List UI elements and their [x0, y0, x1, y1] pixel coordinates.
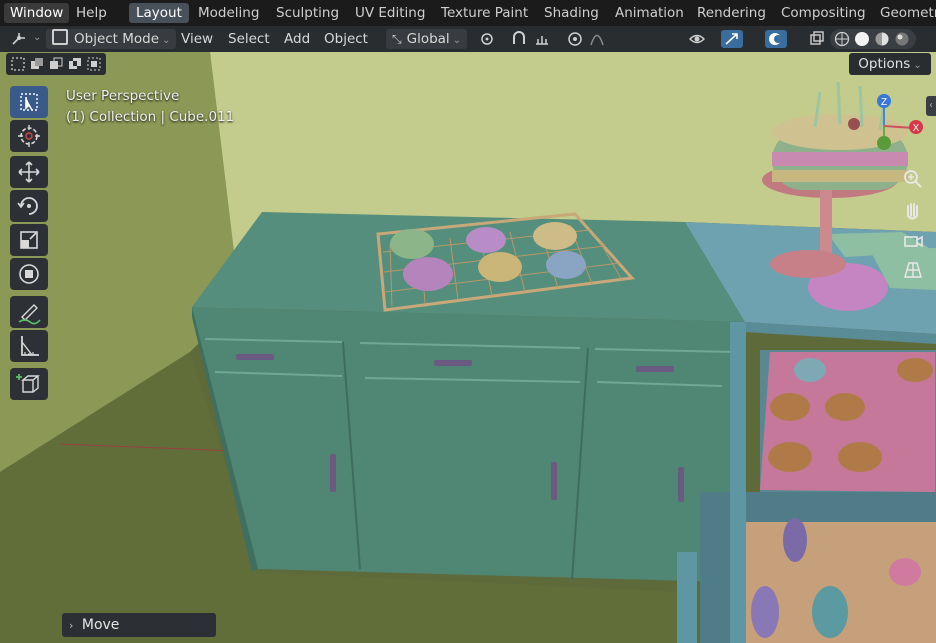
xray-icon[interactable]	[808, 30, 826, 48]
tab-shading[interactable]: Shading	[537, 3, 606, 23]
shading-solid-icon[interactable]	[853, 30, 871, 48]
gizmo-y-icon[interactable]	[877, 136, 891, 150]
tab-sculpting[interactable]: Sculpting	[269, 3, 346, 23]
grid-icon	[904, 262, 922, 278]
selection-mode-group	[6, 53, 106, 75]
transform-orientation-label: Global	[406, 31, 450, 47]
options-dropdown[interactable]: Options ⌄	[849, 53, 931, 75]
zoom-icon	[904, 170, 922, 188]
camera-icon	[904, 235, 923, 248]
perspective-label: User Perspective	[66, 88, 180, 104]
visibility-icon[interactable]	[688, 30, 706, 48]
gizmo-toggle[interactable]	[721, 30, 743, 48]
chevron-down-icon: ⌄	[33, 32, 42, 43]
tab-compositing[interactable]: Compositing	[774, 3, 873, 23]
move-icon	[18, 161, 40, 183]
tab-uv-editing[interactable]: UV Editing	[348, 3, 432, 23]
top-menubar: Window Help Layout Modeling Sculpting UV…	[0, 0, 936, 26]
snap-target-icon[interactable]	[533, 30, 551, 48]
menu-add[interactable]: Add	[284, 29, 310, 49]
perspective-toggle-button[interactable]	[900, 257, 926, 283]
add-cube-icon	[16, 374, 40, 393]
zoom-button[interactable]	[900, 166, 926, 192]
gizmo-z-label: Z	[881, 97, 887, 108]
select-difference-icon[interactable]	[67, 56, 83, 72]
select-intersect-icon[interactable]	[86, 56, 102, 72]
tool-move[interactable]	[10, 156, 48, 188]
menu-window[interactable]: Window	[4, 3, 70, 23]
menu-view[interactable]: View	[181, 29, 213, 49]
editor-type-icon[interactable]	[10, 30, 28, 48]
menu-help[interactable]: Help	[70, 3, 113, 23]
proportional-edit-icon[interactable]	[566, 30, 584, 48]
tool-transform[interactable]	[10, 258, 48, 290]
transform-icon	[19, 264, 39, 284]
object-mode-label: Object Mode	[74, 31, 160, 47]
overlay-toggle[interactable]	[765, 30, 787, 48]
pan-button[interactable]	[900, 197, 926, 223]
tab-modeling[interactable]: Modeling	[191, 3, 266, 23]
tool-rotate[interactable]	[10, 190, 48, 222]
tab-geometry[interactable]: Geometr	[873, 3, 936, 23]
object-mode-dropdown[interactable]: Object Mode ⌄	[46, 29, 177, 49]
pan-icon	[907, 203, 918, 220]
chevron-down-icon: ⌄	[162, 35, 171, 46]
viewport-header: ⌄ Object Mode ⌄ View Select Add Object ⤡ G…	[0, 26, 936, 52]
active-object-label: (1) Collection | Cube.011	[66, 109, 235, 125]
select-extend-icon[interactable]	[29, 56, 45, 72]
gizmo-icon	[725, 33, 738, 45]
scale-icon	[20, 231, 38, 249]
tab-animation[interactable]: Animation	[608, 3, 691, 23]
gizmo-neg-x-icon[interactable]	[848, 118, 860, 130]
navigation-gizmo[interactable]: Z X	[840, 90, 930, 170]
sidebar-toggle[interactable]: ‹	[926, 96, 936, 116]
camera-view-button[interactable]	[900, 227, 926, 253]
object-mode-icon	[52, 29, 68, 45]
snap-icon[interactable]	[510, 30, 528, 48]
shading-rendered-icon[interactable]	[893, 30, 911, 48]
last-operator-label: Move	[81, 617, 120, 633]
options-label: Options	[858, 56, 911, 72]
annotate-icon	[18, 304, 41, 325]
select-subtract-icon[interactable]	[48, 56, 64, 72]
tool-select-box[interactable]	[10, 86, 48, 118]
gizmo-x-label: X	[913, 123, 920, 134]
shading-mode-group	[830, 29, 916, 49]
3d-viewport[interactable]: User Perspective (1) Collection | Cube.0…	[0, 52, 936, 643]
chevron-down-icon: ⌄	[452, 35, 462, 46]
shading-wireframe-icon[interactable]	[833, 30, 851, 48]
shading-material-icon[interactable]	[873, 30, 891, 48]
tab-texture-paint[interactable]: Texture Paint	[434, 3, 535, 23]
select-new-icon[interactable]	[10, 56, 26, 72]
tool-scale[interactable]	[10, 224, 48, 256]
menu-object[interactable]: Object	[324, 29, 368, 49]
chevron-down-icon: ⌄	[913, 60, 922, 71]
transform-orientation-dropdown[interactable]: ⤡ Global ⌄	[386, 29, 468, 49]
menu-select[interactable]: Select	[228, 29, 270, 49]
overlay-icon	[769, 33, 782, 45]
tab-layout[interactable]: Layout	[129, 3, 189, 23]
pivot-point-icon[interactable]	[478, 30, 496, 48]
chevron-right-icon: ›	[69, 619, 74, 632]
tool-cursor[interactable]	[10, 120, 48, 152]
rotate-icon	[17, 197, 38, 215]
tool-add-cube[interactable]	[10, 368, 48, 400]
tool-annotate[interactable]	[10, 296, 48, 328]
tab-rendering[interactable]: Rendering	[690, 3, 773, 23]
transform-orientation-icon: ⤡	[392, 32, 402, 46]
tool-measure[interactable]	[10, 330, 48, 362]
last-operator-panel[interactable]: › Move	[62, 613, 216, 637]
falloff-icon[interactable]	[588, 30, 606, 48]
select-box-icon	[20, 93, 38, 111]
cursor-icon	[18, 125, 40, 147]
scene-render	[0, 52, 936, 643]
measure-icon	[21, 336, 39, 356]
